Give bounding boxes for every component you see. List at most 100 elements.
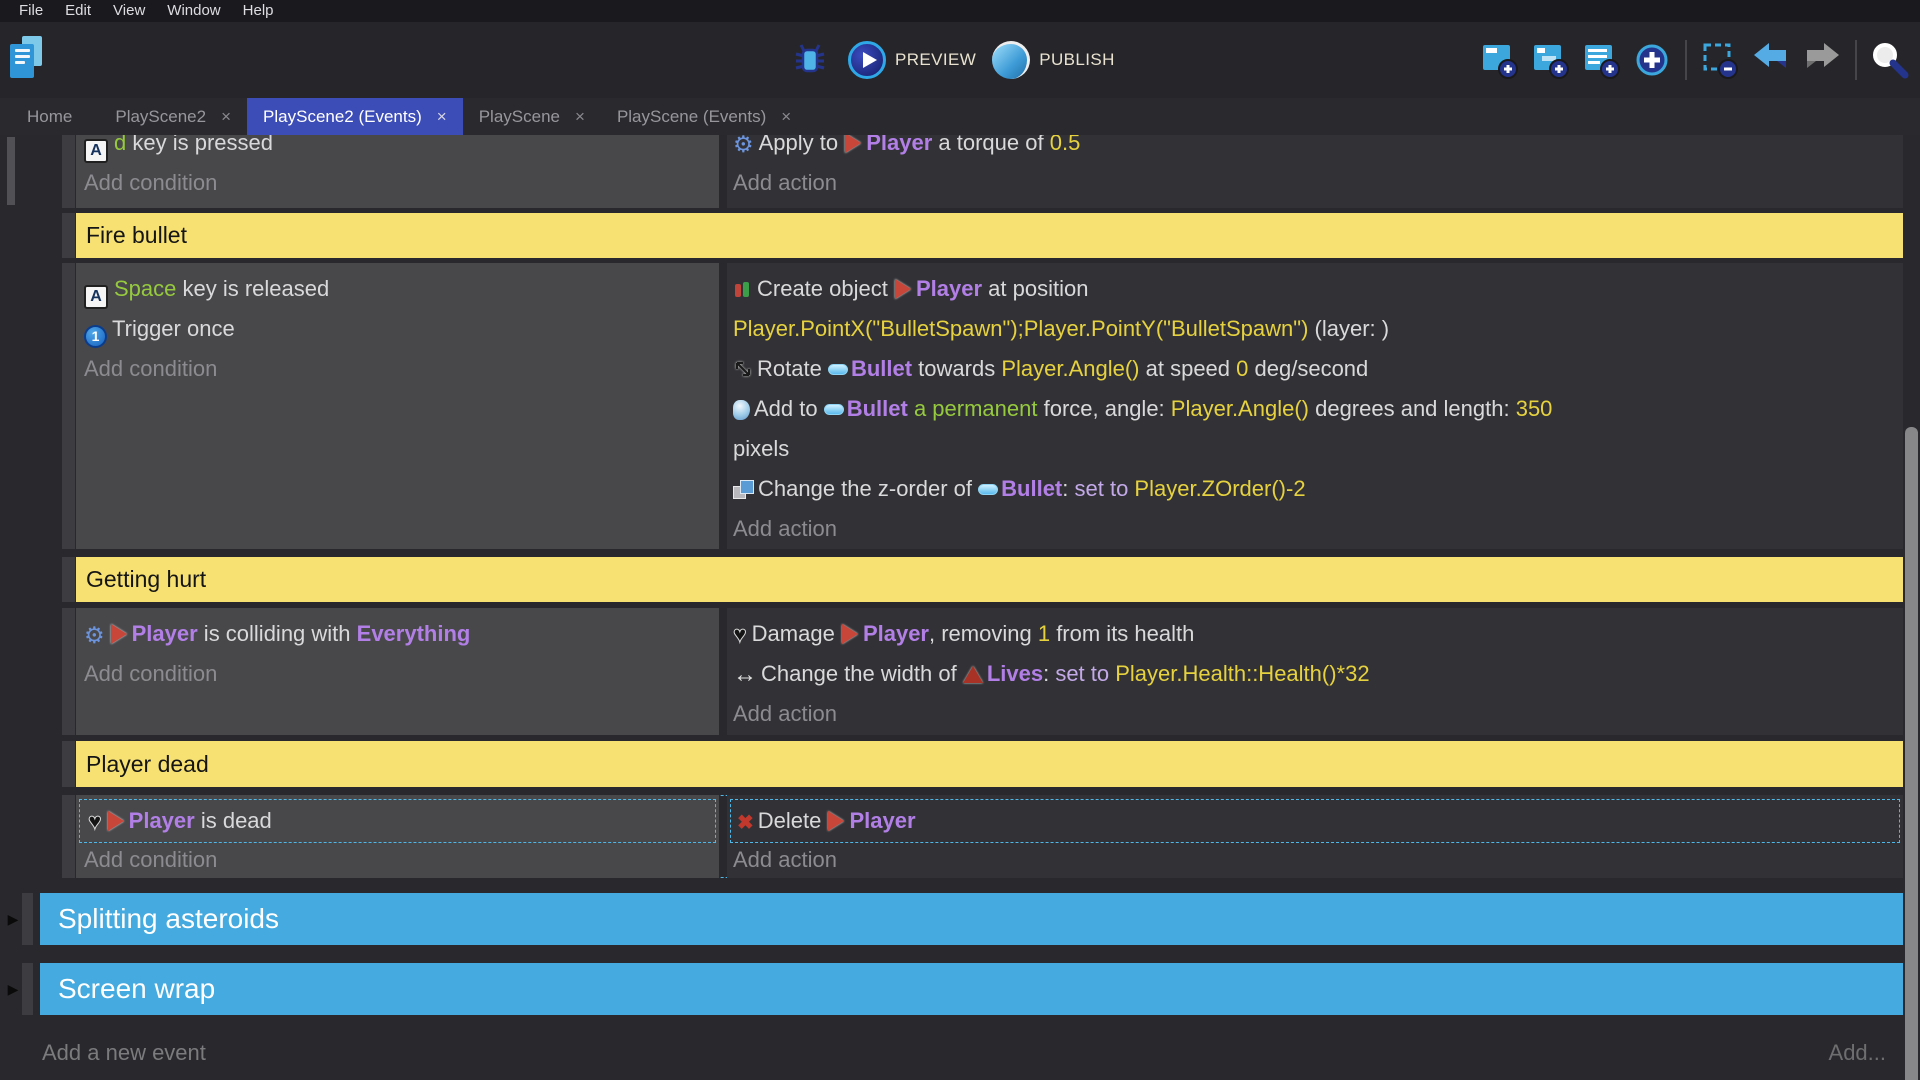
- menu-window[interactable]: Window: [156, 0, 231, 22]
- close-icon[interactable]: ×: [781, 107, 791, 127]
- menu-help[interactable]: Help: [232, 0, 285, 22]
- text-segment: 0: [1236, 356, 1248, 381]
- comment-fire-bullet[interactable]: Fire bullet: [76, 213, 1903, 258]
- redo-button[interactable]: [1800, 38, 1844, 82]
- add-button[interactable]: Add...: [1829, 1038, 1886, 1068]
- group-drag-handle[interactable]: [22, 963, 33, 1015]
- event-drag-handle[interactable]: [62, 557, 75, 602]
- actions-cell: ✖Delete Player Add action: [727, 795, 1903, 878]
- search-events-button[interactable]: [1868, 38, 1912, 82]
- action-line[interactable]: ♥Damage Player, removing 1 from its heal…: [727, 614, 1903, 654]
- add-new-event-link[interactable]: Add a new event: [42, 1038, 206, 1068]
- preview-button[interactable]: PREVIEW: [848, 41, 976, 79]
- action-line[interactable]: Rotate Bullet towards Player.Angle() at …: [727, 349, 1903, 389]
- event-drag-handle[interactable]: [62, 608, 75, 735]
- condition-line[interactable]: ⚙Player is colliding with Everything: [76, 614, 719, 654]
- bullet-object-icon: [828, 364, 848, 375]
- publish-globe-icon: [992, 41, 1030, 79]
- add-comment-icon: [1579, 38, 1623, 82]
- add-condition-link[interactable]: Add condition: [76, 349, 719, 389]
- add-other-event-button[interactable]: [1630, 38, 1674, 82]
- text-segment: set to: [1055, 661, 1115, 686]
- publish-button[interactable]: PUBLISH: [992, 41, 1115, 79]
- add-condition-link[interactable]: Add condition: [76, 163, 719, 203]
- add-circle-icon: [1630, 38, 1674, 82]
- text-segment: key is pressed: [126, 135, 273, 155]
- text-segment: Bullet: [1001, 476, 1062, 501]
- tab-playscene2-events[interactable]: PlayScene2 (Events) ×: [247, 98, 463, 135]
- tab-label: PlayScene (Events): [617, 107, 766, 127]
- text-segment: d: [114, 135, 126, 155]
- add-comment-button[interactable]: [1579, 38, 1623, 82]
- event-drag-handle[interactable]: [62, 795, 75, 878]
- text-segment: Bullet: [851, 356, 912, 381]
- action-line[interactable]: Create object Player at position: [727, 269, 1903, 309]
- comment-player-dead[interactable]: Player dead: [76, 741, 1903, 787]
- z-order-icon: [733, 480, 754, 499]
- text-segment: degrees and length:: [1309, 396, 1516, 421]
- tab-playscene-events[interactable]: PlayScene (Events) ×: [601, 98, 807, 135]
- menu-view[interactable]: View: [102, 0, 156, 22]
- add-event-button[interactable]: [1477, 38, 1521, 82]
- group-drag-handle[interactable]: [22, 893, 33, 945]
- tab-playscene[interactable]: PlayScene ×: [463, 98, 601, 135]
- undo-button[interactable]: [1749, 38, 1793, 82]
- text-segment: Delete: [758, 808, 828, 833]
- add-action-link[interactable]: Add action: [727, 694, 1903, 734]
- group-expand-arrow[interactable]: ▶: [5, 963, 21, 1015]
- menu-edit[interactable]: Edit: [54, 0, 102, 22]
- action-line[interactable]: Change the z-order of Bullet: set to Pla…: [727, 469, 1903, 509]
- keyboard-key-icon: A: [84, 139, 108, 163]
- action-line[interactable]: ⚙Apply to Player a torque of 0.5: [727, 135, 1903, 163]
- project-manager-button[interactable]: [8, 36, 48, 84]
- text-segment: Space: [114, 276, 176, 301]
- vertical-scrollbar-thumb[interactable]: [1905, 427, 1918, 1080]
- group-screen-wrap[interactable]: Screen wrap: [40, 963, 1903, 1015]
- condition-line[interactable]: Ad key is pressed: [76, 135, 719, 163]
- text-segment: 350: [1516, 396, 1553, 421]
- action-line-wrap[interactable]: pixels: [727, 429, 1903, 469]
- menu-file[interactable]: File: [8, 0, 54, 22]
- rotate-icon: [733, 359, 753, 379]
- tab-home[interactable]: Home: [0, 98, 99, 135]
- selected-action-box: ✖Delete Player: [730, 799, 1900, 843]
- text-segment: Player.Angle(): [1001, 356, 1139, 381]
- action-line-wrap[interactable]: Player.PointX("BulletSpawn");Player.Poin…: [727, 309, 1903, 349]
- event-drag-handle[interactable]: [62, 213, 75, 258]
- text-segment: a permanent: [908, 396, 1038, 421]
- main-toolbar: PREVIEW PUBLISH: [0, 22, 1920, 98]
- action-line[interactable]: ↔Change the width of Lives: set to Playe…: [727, 654, 1903, 694]
- action-line[interactable]: Add to Bullet a permanent force, angle: …: [727, 389, 1903, 429]
- comment-getting-hurt[interactable]: Getting hurt: [76, 557, 1903, 602]
- debug-button[interactable]: [788, 38, 832, 82]
- add-condition-link[interactable]: Add condition: [76, 654, 719, 694]
- add-action-link[interactable]: Add action: [727, 163, 1903, 203]
- condition-line[interactable]: ASpace key is released: [76, 269, 719, 309]
- close-icon[interactable]: ×: [575, 107, 585, 127]
- action-line[interactable]: ✖Delete Player: [731, 801, 916, 841]
- event-drag-handle[interactable]: [62, 741, 75, 787]
- add-subevent-button[interactable]: [1528, 38, 1572, 82]
- text-segment: Player: [866, 135, 932, 155]
- event-drag-handle[interactable]: [62, 263, 75, 549]
- condition-line[interactable]: 1Trigger once: [76, 309, 719, 349]
- close-icon[interactable]: ×: [437, 107, 447, 127]
- tab-playscene2[interactable]: PlayScene2 ×: [99, 98, 247, 135]
- group-expand-arrow[interactable]: ▶: [5, 893, 21, 945]
- event-drag-handle[interactable]: [62, 135, 75, 208]
- group-splitting-asteroids[interactable]: Splitting asteroids: [40, 893, 1903, 945]
- condition-line[interactable]: ♥Player is dead: [80, 801, 272, 841]
- text-segment: (layer: ): [1308, 316, 1389, 341]
- add-event-icon: [1477, 38, 1521, 82]
- publish-label: PUBLISH: [1039, 50, 1115, 70]
- player-object-icon: [842, 624, 858, 644]
- add-action-link[interactable]: Add action: [727, 509, 1903, 549]
- add-action-link[interactable]: Add action: [727, 843, 1903, 876]
- add-condition-link[interactable]: Add condition: [76, 843, 719, 876]
- delete-selection-button[interactable]: [1698, 38, 1742, 82]
- text-segment: deg/second: [1248, 356, 1368, 381]
- close-icon[interactable]: ×: [221, 107, 231, 127]
- text-segment: Lives: [987, 661, 1043, 686]
- text-segment: Trigger once: [112, 316, 235, 341]
- text-segment: Player.Angle(): [1171, 396, 1309, 421]
